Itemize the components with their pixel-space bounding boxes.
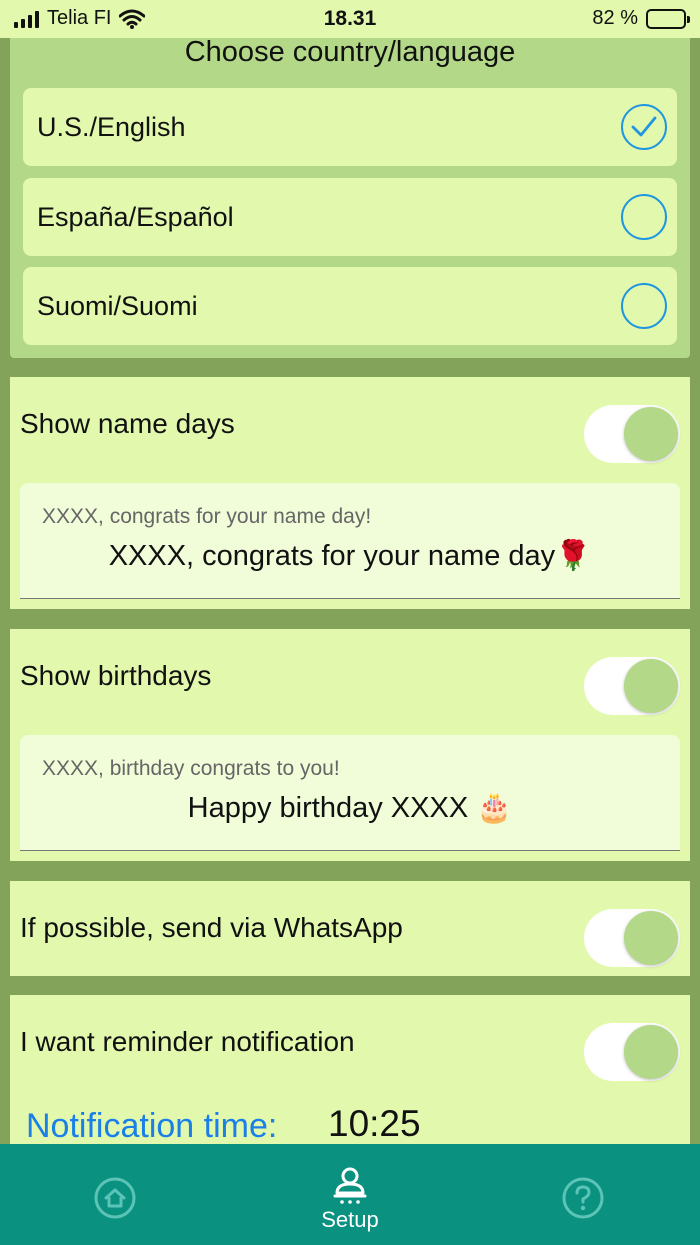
- help-icon: [562, 1177, 604, 1219]
- tab-bar: Setup: [0, 1144, 700, 1245]
- tab-setup[interactable]: Setup: [270, 1144, 430, 1245]
- language-panel: Choose country/language U.S./English Esp…: [10, 38, 690, 358]
- birthdays-card: Show birthdays XXXX, birthday congrats t…: [10, 629, 690, 861]
- name-day-message-field[interactable]: XXXX, congrats for your name day! XXXX, …: [20, 483, 680, 599]
- tab-help[interactable]: [503, 1144, 663, 1245]
- checkmark-circle-icon[interactable]: [621, 104, 667, 150]
- language-section-title: Choose country/language: [184, 36, 516, 68]
- notification-time-label[interactable]: Notification time:: [26, 1107, 277, 1146]
- reminder-label: I want reminder notification: [20, 1026, 355, 1057]
- empty-circle-icon[interactable]: [621, 194, 667, 240]
- tab-setup-label: Setup: [321, 1207, 379, 1232]
- language-option-finland-finnish[interactable]: Suomi/Suomi: [23, 267, 677, 345]
- language-option-spain-spanish[interactable]: España/Español: [23, 178, 677, 256]
- name-day-message-placeholder: XXXX, congrats for your name day!: [42, 505, 372, 528]
- name-days-card: Show name days XXXX, congrats for your n…: [10, 377, 690, 609]
- whatsapp-label: If possible, send via WhatsApp: [20, 912, 403, 943]
- reminder-card: I want reminder notification Notificatio…: [10, 995, 690, 1146]
- language-option-label: España/Español: [37, 202, 234, 232]
- setup-person-icon: [333, 1167, 367, 1204]
- tab-home[interactable]: [35, 1144, 195, 1245]
- birthday-message-placeholder: XXXX, birthday congrats to you!: [42, 757, 340, 780]
- name-day-message-value: XXXX, congrats for your name day🌹: [108, 540, 592, 572]
- status-bar: Telia FI 18.31 82 %: [0, 0, 700, 38]
- name-days-toggle[interactable]: [584, 405, 680, 463]
- birthday-message-value: Happy birthday XXXX 🎂: [187, 792, 513, 824]
- battery-icon: [646, 8, 690, 29]
- reminder-toggle[interactable]: [584, 1023, 680, 1081]
- whatsapp-toggle[interactable]: [584, 909, 680, 967]
- language-option-label: U.S./English: [37, 112, 186, 142]
- empty-circle-icon[interactable]: [621, 283, 667, 329]
- birthday-message-field[interactable]: XXXX, birthday congrats to you! Happy bi…: [20, 735, 680, 851]
- whatsapp-card: If possible, send via WhatsApp: [10, 881, 690, 976]
- status-right: 82 %: [592, 7, 690, 30]
- home-icon: [94, 1177, 136, 1219]
- language-option-us-english[interactable]: U.S./English: [23, 88, 677, 166]
- birthdays-toggle[interactable]: [584, 657, 680, 715]
- birthdays-label: Show birthdays: [20, 660, 212, 691]
- language-option-label: Suomi/Suomi: [37, 291, 198, 321]
- name-days-label: Show name days: [20, 408, 235, 439]
- notification-time-value[interactable]: 10:25: [328, 1103, 421, 1145]
- battery-percent: 82 %: [592, 7, 638, 29]
